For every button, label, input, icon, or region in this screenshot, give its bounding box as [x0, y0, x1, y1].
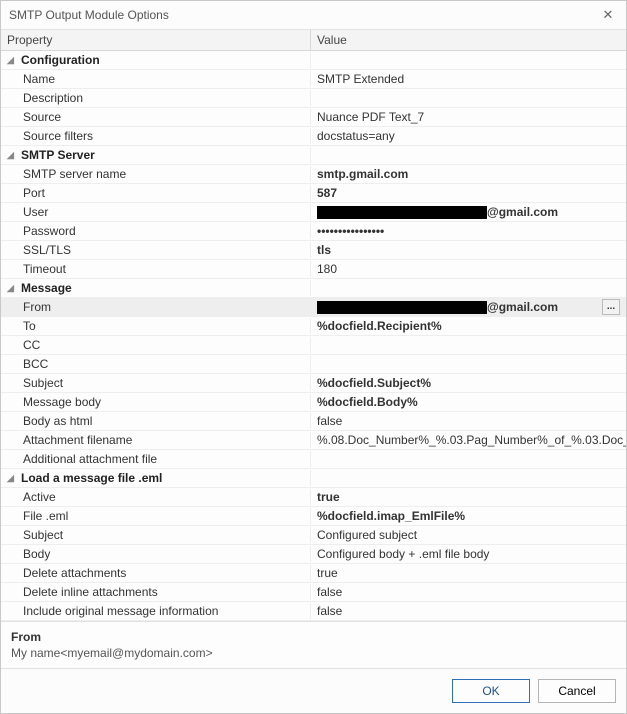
button-bar: OK Cancel — [1, 668, 626, 713]
row-timeout[interactable]: Timeout 180 — [1, 260, 626, 279]
row-delete-attachments[interactable]: Delete attachments true — [1, 564, 626, 583]
section-message[interactable]: ◢Message — [1, 279, 626, 298]
row-user[interactable]: User @gmail.com — [1, 203, 626, 222]
ok-button[interactable]: OK — [452, 679, 530, 703]
row-cc[interactable]: CC — [1, 336, 626, 355]
row-eml-body[interactable]: Body Configured body + .eml file body — [1, 545, 626, 564]
redacted-from — [317, 301, 487, 314]
row-subject[interactable]: Subject %docfield.Subject% — [1, 374, 626, 393]
section-configuration[interactable]: ◢Configuration — [1, 51, 626, 70]
row-ssl-tls[interactable]: SSL/TLS tls — [1, 241, 626, 260]
description-title: From — [11, 630, 616, 644]
column-header-value[interactable]: Value — [311, 30, 626, 50]
row-message-body[interactable]: Message body %docfield.Body% — [1, 393, 626, 412]
row-delete-inline-attachments[interactable]: Delete inline attachments false — [1, 583, 626, 602]
row-from[interactable]: From @gmail.com ... — [1, 298, 626, 317]
row-bcc[interactable]: BCC — [1, 355, 626, 374]
row-attachment-filename[interactable]: Attachment filename %.08.Doc_Number%_%.0… — [1, 431, 626, 450]
chevron-down-icon: ◢ — [7, 150, 19, 161]
chevron-down-icon: ◢ — [7, 473, 19, 484]
row-eml-file[interactable]: File .eml %docfield.imap_EmlFile% — [1, 507, 626, 526]
chevron-down-icon: ◢ — [7, 283, 19, 294]
cancel-button[interactable]: Cancel — [538, 679, 616, 703]
row-source[interactable]: Source Nuance PDF Text_7 — [1, 108, 626, 127]
row-eml-active[interactable]: Active true — [1, 488, 626, 507]
close-icon[interactable]: ✕ — [598, 7, 618, 23]
row-body-as-html[interactable]: Body as html false — [1, 412, 626, 431]
chevron-down-icon: ◢ — [7, 55, 19, 66]
row-to[interactable]: To %docfield.Recipient% — [1, 317, 626, 336]
property-grid: ◢Configuration Name SMTP Extended Descri… — [1, 51, 626, 622]
grid-header: Property Value — [1, 30, 626, 51]
row-additional-attachment[interactable]: Additional attachment file — [1, 450, 626, 469]
redacted-user — [317, 206, 487, 219]
section-load-eml[interactable]: ◢Load a message file .eml — [1, 469, 626, 488]
row-source-filters[interactable]: Source filters docstatus=any — [1, 127, 626, 146]
row-eml-subject[interactable]: Subject Configured subject — [1, 526, 626, 545]
row-password[interactable]: Password •••••••••••••••• — [1, 222, 626, 241]
row-include-original-info[interactable]: Include original message information fal… — [1, 602, 626, 621]
titlebar: SMTP Output Module Options ✕ — [1, 1, 626, 30]
smtp-options-dialog: SMTP Output Module Options ✕ Property Va… — [0, 0, 627, 714]
column-header-property[interactable]: Property — [1, 30, 311, 50]
description-panel: From My name<myemail@mydomain.com> — [1, 622, 626, 668]
description-text: My name<myemail@mydomain.com> — [11, 646, 616, 660]
row-name[interactable]: Name SMTP Extended — [1, 70, 626, 89]
row-port[interactable]: Port 587 — [1, 184, 626, 203]
row-description[interactable]: Description — [1, 89, 626, 108]
row-smtp-server-name[interactable]: SMTP server name smtp.gmail.com — [1, 165, 626, 184]
window-title: SMTP Output Module Options — [9, 8, 598, 22]
ellipsis-button[interactable]: ... — [602, 299, 620, 315]
section-smtp-server[interactable]: ◢SMTP Server — [1, 146, 626, 165]
